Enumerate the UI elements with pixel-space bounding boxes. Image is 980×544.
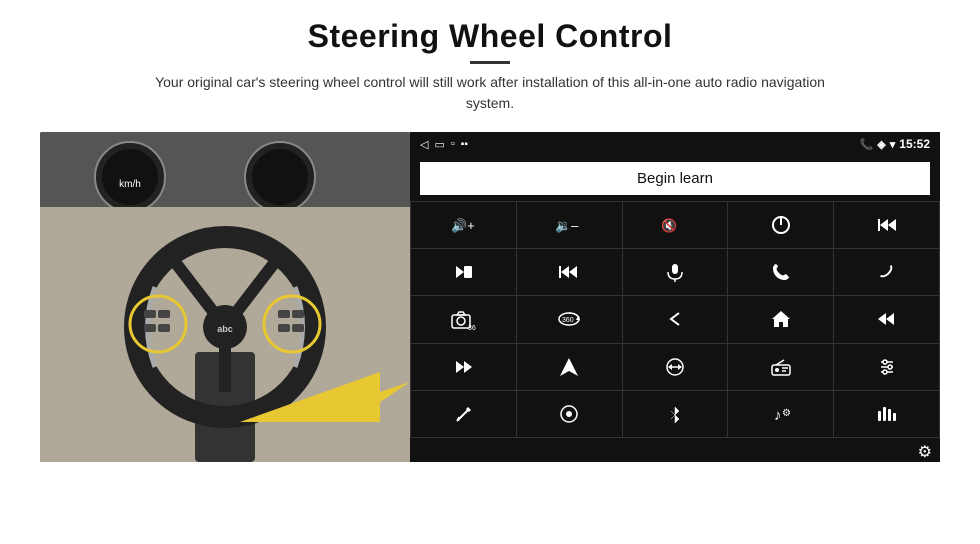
prev-track-button[interactable] [834,202,939,248]
phone-status-icon: 📞 [860,138,874,151]
status-bar-left: ◁ ▭ ▫ ▪▪ [420,138,468,151]
camera-button[interactable]: 360° [411,296,516,342]
title-divider [470,61,510,64]
eq-button[interactable] [623,344,728,390]
page-wrapper: Steering Wheel Control Your original car… [0,0,980,544]
svg-text:🔉–: 🔉– [555,218,579,234]
begin-learn-button[interactable]: Begin learn [420,162,930,195]
content-area: km/h abc [40,132,940,462]
icons-grid: 🔊+ 🔉– 🔇 [410,201,940,438]
hangup-button[interactable] [834,249,939,295]
microphone-button[interactable] [623,249,728,295]
tune-button[interactable] [834,344,939,390]
skip-back-button[interactable] [834,296,939,342]
clock: 15:52 [899,137,930,151]
status-bar-right: 📞 ◈ ▾ 15:52 [860,137,930,151]
recent-nav-icon[interactable]: ▫ [451,138,455,150]
svg-text:🔇: 🔇 [661,218,677,233]
signal-icon: ▪▪ [461,139,468,150]
music-button[interactable]: ♪⚙ [728,391,833,437]
subtitle: Your original car's steering wheel contr… [140,72,840,114]
location-status-icon: ◈ [877,138,885,151]
svg-text:abc: abc [217,324,233,334]
bluetooth-button[interactable] [623,391,728,437]
wifi-status-icon: ▾ [890,138,896,151]
status-bar: ◁ ▭ ▫ ▪▪ 📞 ◈ ▾ 15:52 [410,132,940,156]
phone-button[interactable] [728,249,833,295]
svg-text:🔊+: 🔊+ [451,217,475,234]
android-panel: ◁ ▭ ▫ ▪▪ 📞 ◈ ▾ 15:52 Begin learn [410,132,940,462]
360-view-button[interactable]: 360 [517,296,622,342]
svg-text:♪: ♪ [774,407,782,424]
settings-bar: ⚙ [410,438,940,462]
back-button[interactable] [623,296,728,342]
circle-settings-button[interactable] [517,391,622,437]
power-button[interactable] [728,202,833,248]
back-nav-icon[interactable]: ◁ [420,138,428,151]
vol-up-button[interactable]: 🔊+ [411,202,516,248]
begin-learn-bar: Begin learn [410,156,940,201]
car-image: km/h abc [40,132,410,462]
page-title: Steering Wheel Control [140,18,840,55]
svg-text:360: 360 [562,317,574,324]
svg-text:km/h: km/h [119,179,141,190]
home-button[interactable] [728,296,833,342]
title-section: Steering Wheel Control Your original car… [140,18,840,124]
fast-forward-prev-button[interactable] [517,249,622,295]
mute-button[interactable]: 🔇 [623,202,728,248]
pen-button[interactable] [411,391,516,437]
vol-down-button[interactable]: 🔉– [517,202,622,248]
settings-icon[interactable]: ⚙ [918,442,932,458]
navigation-button[interactable] [517,344,622,390]
next-track-button[interactable] [411,249,516,295]
svg-text:360°: 360° [468,324,476,330]
radio-button[interactable] [728,344,833,390]
equalizer-bars-button[interactable] [834,391,939,437]
svg-text:⚙: ⚙ [782,408,791,419]
skip-fwd-button[interactable] [411,344,516,390]
home-nav-icon[interactable]: ▭ [434,138,444,151]
